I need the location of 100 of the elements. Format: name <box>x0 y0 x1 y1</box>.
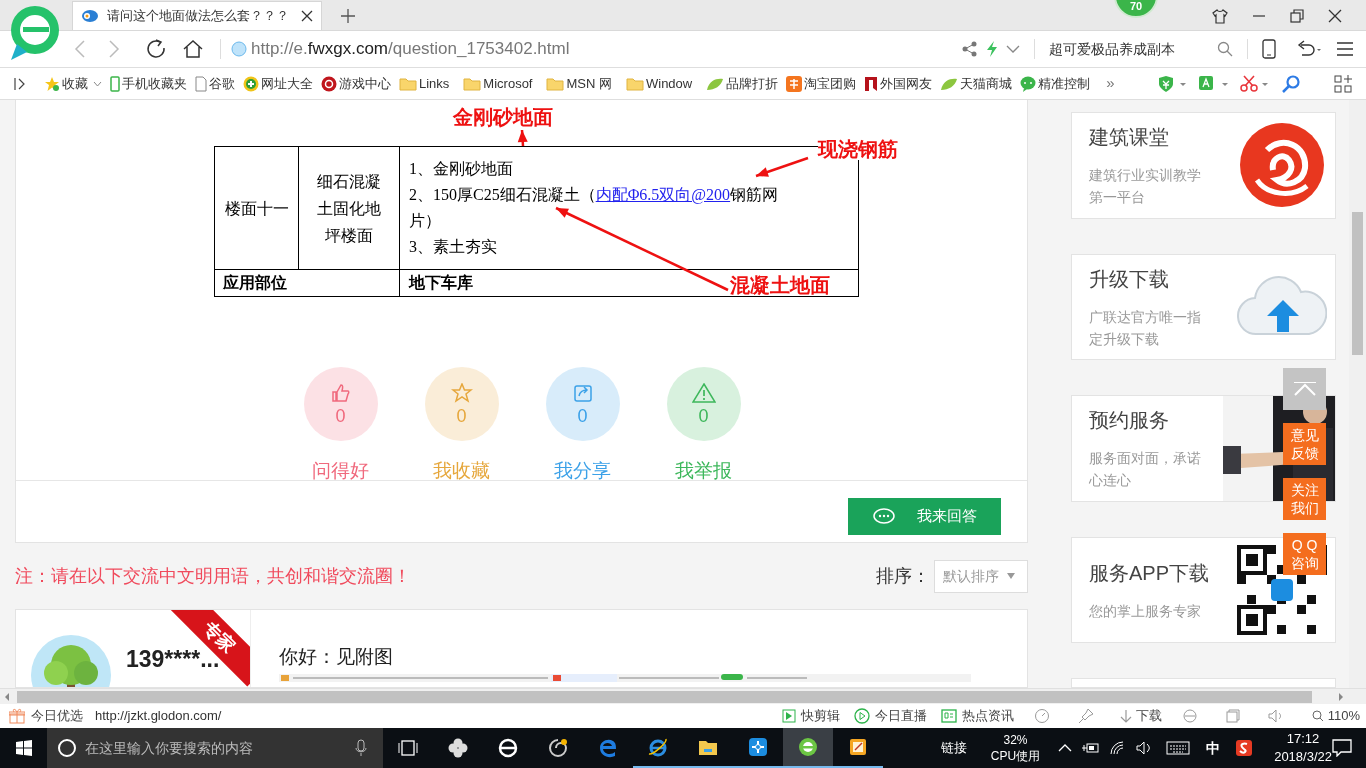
leaf-icon <box>940 76 959 91</box>
toolbar-label[interactable]: 链接 <box>940 738 967 758</box>
skin-icon[interactable] <box>1212 8 1228 24</box>
more-bookmarks-button[interactable]: » <box>1106 72 1115 95</box>
search-field[interactable]: 超可爱极品养成副本 <box>1049 38 1217 60</box>
download-button[interactable]: 下载 <box>1119 706 1162 726</box>
chat-icon <box>1020 75 1037 92</box>
share-icon <box>572 383 593 403</box>
sidebar-toggle-icon[interactable] <box>14 76 26 91</box>
chat-icon <box>872 507 895 526</box>
play-circle-icon <box>853 708 870 724</box>
table-cell: 楼面十一 <box>214 146 299 270</box>
spec-link[interactable]: 内配Φ6.5双向@200 <box>595 186 731 203</box>
notification-icon[interactable] <box>1332 739 1352 757</box>
bookmark-item[interactable]: Links <box>399 73 450 94</box>
volume-icon[interactable] <box>1136 741 1153 755</box>
card-title: 建筑课堂 <box>1089 125 1170 151</box>
count-label: 0 <box>335 407 346 425</box>
star-icon <box>44 75 60 92</box>
share-icon[interactable] <box>962 41 978 57</box>
table-cell: 细石混凝土固化地坪楼面 <box>298 146 400 270</box>
translate-icon[interactable] <box>1198 74 1228 93</box>
scissors-icon[interactable] <box>1240 74 1270 93</box>
speed-icon[interactable] <box>1033 708 1050 724</box>
chevron-down-icon[interactable] <box>1006 44 1020 54</box>
bookmark-item[interactable]: 网址大全 <box>243 73 313 94</box>
count-label: 0 <box>698 407 709 425</box>
bookmark-item[interactable]: 外国网友 <box>864 73 933 94</box>
status-label[interactable]: 今日优选 <box>31 706 83 726</box>
status-item[interactable]: 热点资讯 <box>940 706 1014 726</box>
ime-indicator[interactable]: 中 <box>1206 737 1221 759</box>
download-icon <box>1119 709 1132 723</box>
taobao-icon <box>786 75 803 92</box>
bookmark-item[interactable]: 手机收藏夹 <box>110 73 187 94</box>
zoom-button[interactable]: 110% <box>1311 706 1360 726</box>
scrollbar-thumb[interactable] <box>1352 212 1363 355</box>
cloud-upload-icon <box>1237 275 1327 338</box>
undo-icon[interactable] <box>1296 40 1322 58</box>
scrollbar-thumb[interactable] <box>17 690 1312 703</box>
edge-icon <box>597 738 618 758</box>
mobile-icon[interactable] <box>1262 39 1276 59</box>
close-icon[interactable] <box>301 10 313 22</box>
folder-icon <box>463 76 482 91</box>
url-field[interactable]: http://e.fwxgx.com/question_1753402.html <box>251 36 570 62</box>
bookmark-item[interactable]: 收藏 <box>44 73 102 94</box>
tab-title: 请问这个地面做法怎么套？？？ <box>107 7 290 26</box>
leaf-icon <box>706 76 725 91</box>
browser-logo-icon[interactable] <box>9 4 61 62</box>
sogou-icon[interactable] <box>1236 740 1253 756</box>
keyboard-icon[interactable] <box>1166 741 1191 755</box>
pin-icon[interactable] <box>1077 708 1094 724</box>
folder-icon <box>399 76 417 91</box>
notepad-icon <box>847 737 868 757</box>
taskbar-search-field[interactable]: 在这里输入你要搜索的内容 <box>47 728 383 768</box>
home-icon[interactable] <box>182 39 204 59</box>
card-subtitle: 您的掌上服务专家 <box>1089 601 1202 621</box>
bookmark-item[interactable]: 天猫商城 <box>940 73 1013 94</box>
battery-icon[interactable] <box>1082 742 1101 754</box>
bookmark-item[interactable]: Window <box>626 73 693 94</box>
sort-label: 排序： <box>876 564 930 588</box>
bookmark-item[interactable]: Microsof <box>463 73 533 94</box>
bookmark-item[interactable]: 谷歌 <box>195 73 235 94</box>
search-icon <box>1311 710 1324 722</box>
reload-icon[interactable] <box>146 39 166 59</box>
status-item[interactable]: 今日直播 <box>853 706 927 726</box>
status-url: http://jzkt.glodon.com/ <box>95 707 222 726</box>
status-item[interactable]: 快剪辑 <box>781 706 840 726</box>
bookmark-item[interactable]: 游戏中心 <box>321 73 391 94</box>
service-card[interactable]: 建筑课堂 建筑行业实训教学第一平台 <box>1071 112 1336 219</box>
taskbar-button[interactable] <box>782 728 833 768</box>
browser-tab[interactable]: 请问这个地面做法怎么套？？？ <box>72 1 322 30</box>
card-subtitle: 服务面对面，承诺心连心 <box>1089 449 1202 491</box>
search-icon[interactable] <box>1282 74 1300 93</box>
annotation-label: 混凝土地面 <box>730 274 830 296</box>
scroll-right-icon[interactable] <box>1336 691 1346 702</box>
clock[interactable]: 17:12 2018/3/22 <box>1274 730 1332 766</box>
chevron-up-icon[interactable] <box>1058 744 1073 752</box>
menu-icon[interactable] <box>1336 41 1354 57</box>
step-text: 1、金刚砂地面 <box>409 159 513 179</box>
bookmark-item[interactable]: 精准控制 <box>1020 73 1091 94</box>
browser-icon <box>797 737 818 757</box>
arrow <box>517 129 528 147</box>
folder-icon <box>546 76 565 91</box>
warning-icon <box>691 383 716 403</box>
phone-icon <box>110 75 120 92</box>
close-icon[interactable] <box>1328 9 1342 23</box>
apps-icon[interactable] <box>1334 74 1352 93</box>
restore-icon[interactable] <box>1290 9 1304 23</box>
new-tab-icon[interactable] <box>340 8 356 24</box>
bookmark-item[interactable]: 淘宝团购 <box>786 73 857 94</box>
bookmark-item[interactable]: MSN 网 <box>546 73 612 94</box>
bookmark-item[interactable]: 品牌打折 <box>706 73 779 94</box>
shield-icon[interactable] <box>1158 74 1186 93</box>
search-icon[interactable] <box>1217 41 1233 57</box>
count-label: 0 <box>577 407 588 425</box>
site-icon <box>231 41 247 57</box>
star-icon <box>450 383 473 403</box>
cpu-value: 32% <box>1003 732 1028 748</box>
service-card[interactable]: 升级下载 广联达官方唯一指定升级下载 <box>1071 253 1336 361</box>
page-icon <box>195 75 207 92</box>
